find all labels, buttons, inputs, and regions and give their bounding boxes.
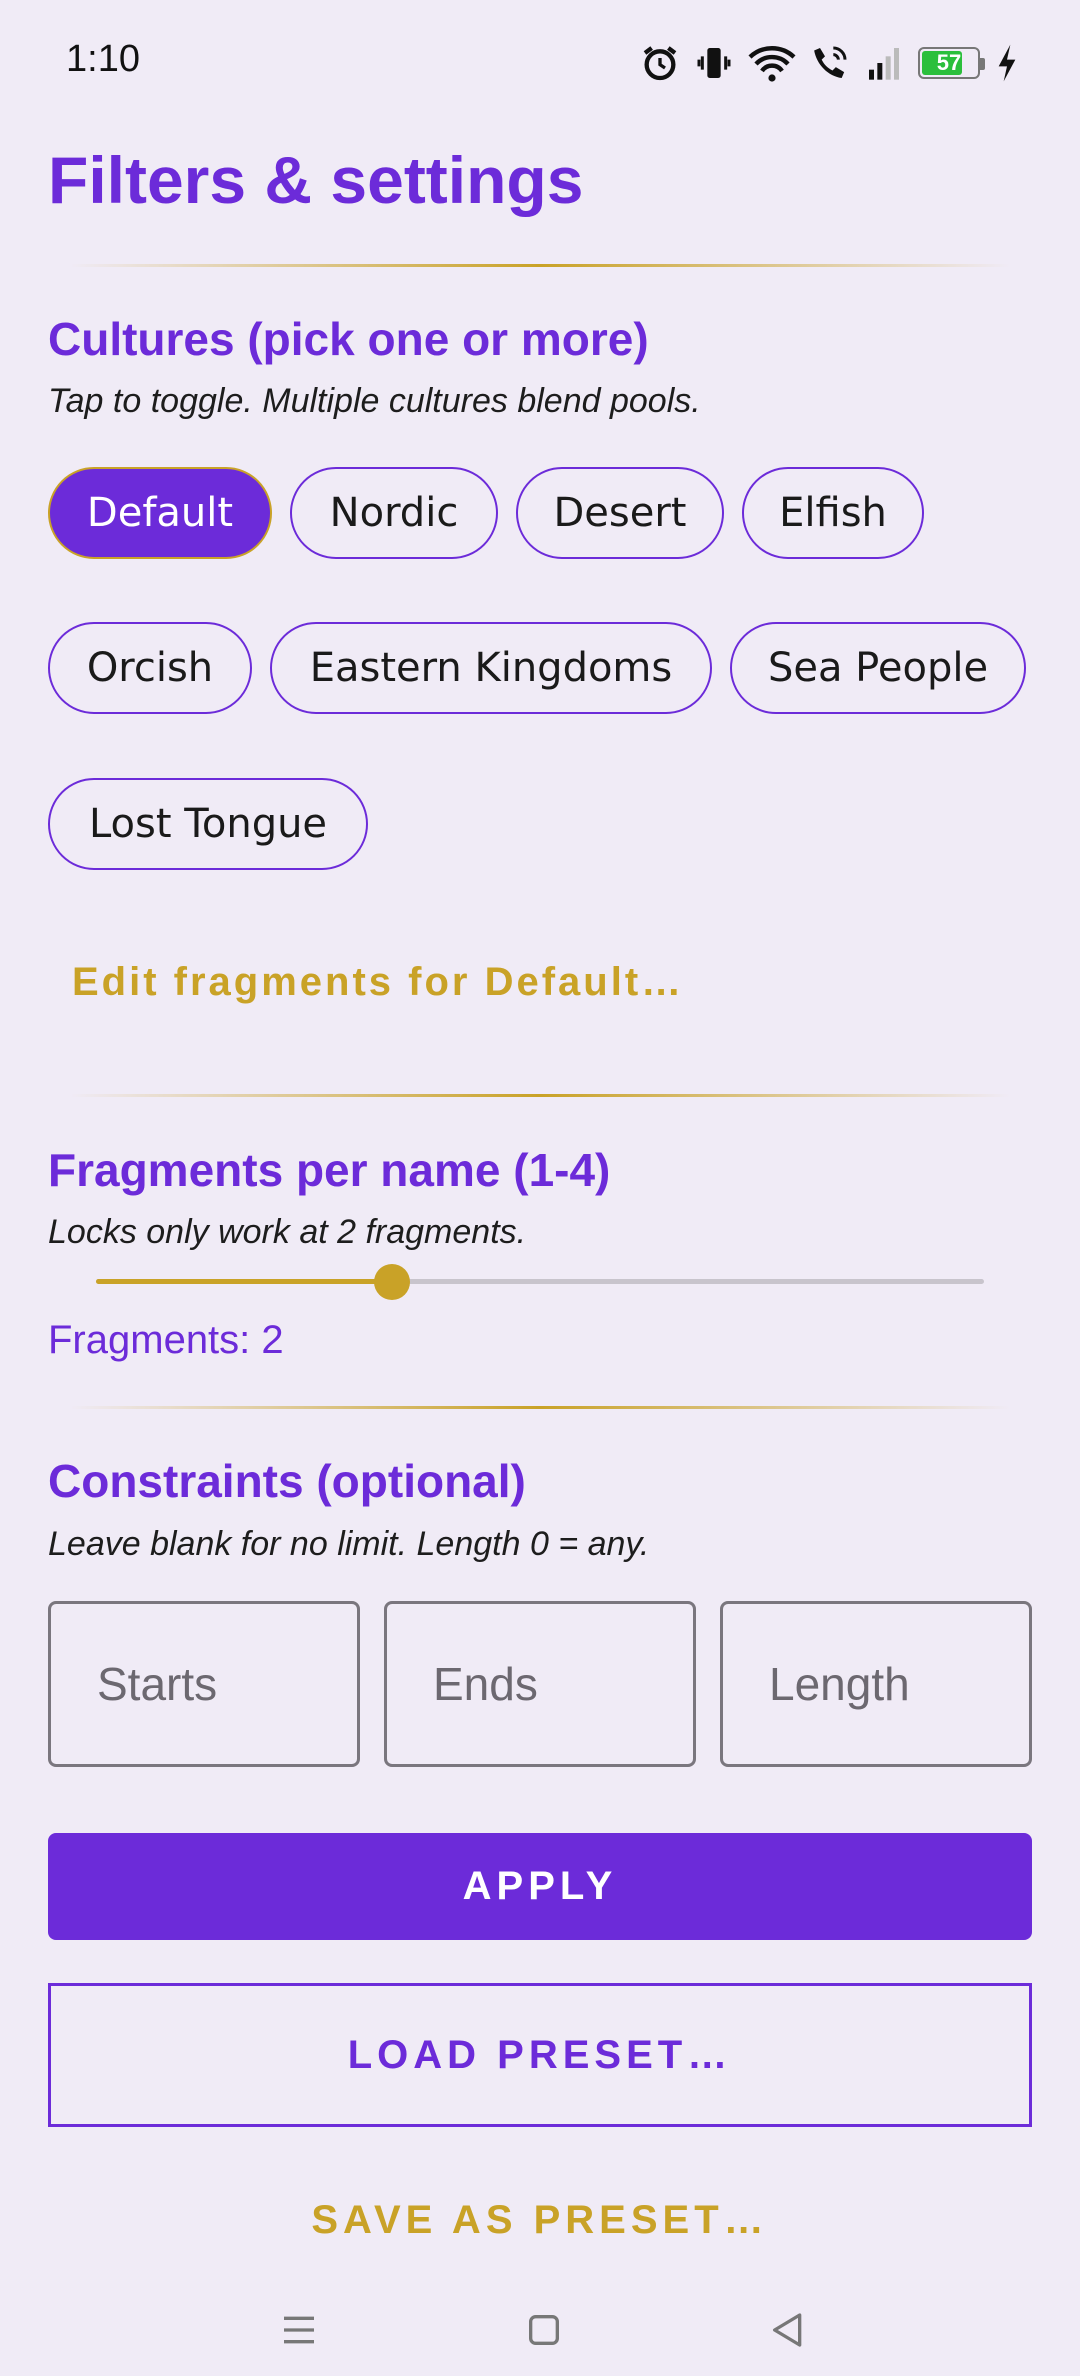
- vibrate-icon: [697, 48, 731, 78]
- ends-placeholder: Ends: [433, 1658, 538, 1710]
- chip-desert[interactable]: Desert: [516, 467, 724, 559]
- length-field[interactable]: Length: [720, 1601, 1032, 1767]
- cultures-title: Cultures (pick one or more): [48, 313, 649, 365]
- system-nav-bar: [0, 2280, 1080, 2376]
- fragments-readout: Fragments: 2: [48, 1318, 284, 1362]
- status-icons: 57: [640, 38, 1020, 88]
- fragments-slider-thumb[interactable]: [374, 1264, 410, 1300]
- chip-eastern-kingdoms[interactable]: Eastern Kingdoms: [270, 622, 712, 714]
- fragments-slider-fill: [96, 1279, 392, 1284]
- back-icon[interactable]: [758, 2300, 818, 2360]
- constraints-title: Constraints (optional): [48, 1455, 526, 1507]
- status-time: 1:10: [66, 38, 140, 80]
- home-icon[interactable]: [514, 2300, 574, 2360]
- fragments-title: Fragments per name (1-4): [48, 1144, 611, 1196]
- divider: [70, 1406, 1010, 1409]
- alarm-icon: [643, 46, 677, 81]
- wifi-calling-icon: [814, 46, 847, 78]
- battery-level: 57: [936, 50, 962, 75]
- charging-icon: [998, 44, 1016, 82]
- apply-button[interactable]: APPLY: [48, 1833, 1032, 1940]
- chip-nordic[interactable]: Nordic: [290, 467, 498, 559]
- fragments-subtitle: Locks only work at 2 fragments.: [48, 1213, 527, 1251]
- load-preset-button[interactable]: LOAD PRESET…: [48, 1983, 1032, 2127]
- save-preset-button[interactable]: SAVE AS PRESET…: [48, 2180, 1032, 2260]
- length-placeholder: Length: [769, 1658, 910, 1710]
- menu-icon[interactable]: [269, 2300, 329, 2360]
- starts-placeholder: Starts: [97, 1658, 218, 1710]
- chip-orcish[interactable]: Orcish: [48, 622, 252, 714]
- constraints-subtitle: Leave blank for no limit. Length 0 = any…: [48, 1525, 650, 1563]
- divider: [70, 264, 1010, 267]
- chip-lost-tongue[interactable]: Lost Tongue: [48, 778, 368, 870]
- starts-field[interactable]: Starts: [48, 1601, 360, 1767]
- chip-default[interactable]: Default: [48, 467, 272, 559]
- wifi-icon: [748, 46, 796, 82]
- signal-icon: [869, 48, 899, 80]
- cultures-subtitle: Tap to toggle. Multiple cultures blend p…: [48, 382, 701, 420]
- page-title: Filters & settings: [48, 143, 584, 217]
- chip-elfish[interactable]: Elfish: [742, 467, 924, 559]
- edit-fragments-link[interactable]: Edit fragments for Default…: [72, 960, 684, 1005]
- ends-field[interactable]: Ends: [384, 1601, 696, 1767]
- divider: [70, 1094, 1010, 1097]
- chip-sea-people[interactable]: Sea People: [730, 622, 1026, 714]
- battery-icon: 57: [918, 47, 985, 79]
